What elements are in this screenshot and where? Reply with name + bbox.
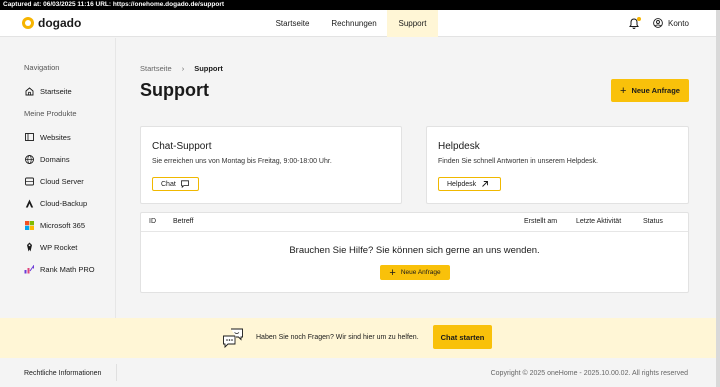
helpdesk-card-title: Helpdesk bbox=[438, 141, 480, 152]
chat-bubble-icon bbox=[180, 180, 189, 188]
helpdesk-card-text: Finden Sie schnell Antworten in unserem … bbox=[438, 158, 598, 165]
column-header-id[interactable]: ID bbox=[149, 218, 156, 225]
chat-button[interactable]: Chat bbox=[152, 177, 199, 191]
tab-startseite[interactable]: Startseite bbox=[265, 10, 320, 37]
tab-rechnungen[interactable]: Rechnungen bbox=[325, 10, 383, 37]
chat-button-label: Chat bbox=[161, 180, 176, 188]
browser-window-icon bbox=[24, 132, 34, 142]
sidebar-item-cloud-backup[interactable]: Cloud-Backup bbox=[24, 197, 87, 209]
sidebar-item-label: Microsoft 365 bbox=[40, 220, 86, 230]
sidebar-item-label: Websites bbox=[40, 132, 71, 142]
chat-bubbles-icon bbox=[223, 328, 243, 349]
account-label: Konto bbox=[668, 18, 689, 28]
new-request-label: Neue Anfrage bbox=[631, 86, 680, 95]
sidebar-item-label: Domains bbox=[40, 154, 70, 164]
helpdesk-button[interactable]: Helpdesk bbox=[438, 177, 501, 191]
sidebar-item-startseite[interactable]: Startseite bbox=[24, 85, 72, 97]
sidebar-item-label: Cloud-Backup bbox=[40, 198, 88, 208]
column-header-letzte-aktivitaet[interactable]: Letzte Aktivität bbox=[576, 218, 621, 225]
breadcrumb-separator: › bbox=[181, 64, 185, 73]
help-banner-text: Haben Sie noch Fragen? Wir sind hier um … bbox=[256, 334, 419, 341]
dogado-logo[interactable]: dogado bbox=[22, 16, 81, 30]
help-banner: Haben Sie noch Fragen? Wir sind hier um … bbox=[0, 318, 716, 358]
sidebar-heading-navigation: Navigation bbox=[24, 63, 60, 72]
capture-info-bar: Captured at: 06/03/2025 11:16 URL: https… bbox=[0, 0, 720, 10]
helpdesk-card: Helpdesk Finden Sie schnell Antworten in… bbox=[426, 126, 689, 204]
plus-icon: + bbox=[620, 84, 627, 97]
brand-name: dogado bbox=[38, 16, 82, 30]
empty-state-new-request-button[interactable]: + Neue Anfrage bbox=[380, 265, 450, 280]
breadcrumb-current: Support bbox=[194, 64, 223, 73]
chat-card-text: Sie erreichen uns von Montag bis Freitag… bbox=[152, 158, 332, 165]
globe-icon bbox=[24, 154, 34, 164]
chat-support-card: Chat-Support Sie erreichen uns von Monta… bbox=[140, 126, 402, 204]
legal-info-link[interactable]: Rechtliche Informationen bbox=[24, 370, 101, 377]
chat-start-label: Chat starten bbox=[440, 332, 485, 342]
breadcrumb-home-link[interactable]: Startseite bbox=[140, 64, 172, 73]
notification-dot bbox=[637, 17, 641, 21]
empty-state-new-request-label: Neue Anfrage bbox=[400, 269, 441, 276]
column-header-betreff[interactable]: Betreff bbox=[173, 218, 194, 225]
column-header-status[interactable]: Status bbox=[643, 218, 663, 225]
sidebar-item-label: Cloud Server bbox=[40, 176, 84, 186]
footer-divider bbox=[116, 364, 117, 381]
dogado-logo-mark-icon bbox=[22, 17, 34, 29]
user-circle-icon bbox=[653, 18, 663, 28]
rocket-icon bbox=[24, 242, 34, 252]
bell-icon[interactable] bbox=[629, 17, 641, 29]
sidebar-item-rank-math[interactable]: Rank Math PRO bbox=[24, 263, 95, 275]
sidebar-item-cloud-server[interactable]: Cloud Server bbox=[24, 175, 84, 187]
home-icon bbox=[24, 86, 34, 96]
sidebar-item-domains[interactable]: Domains bbox=[24, 153, 70, 165]
new-request-button[interactable]: + Neue Anfrage bbox=[611, 79, 689, 102]
table-header: ID Betreff Erstellt am Letzte Aktivität … bbox=[141, 213, 688, 232]
breadcrumb: Startseite › Support bbox=[140, 64, 223, 73]
chat-card-title: Chat-Support bbox=[152, 141, 212, 152]
sidebar-item-label: Startseite bbox=[40, 86, 72, 96]
microsoft-logo-icon bbox=[24, 220, 34, 230]
top-navigation: dogado Startseite Rechnungen Support Kon… bbox=[0, 10, 716, 37]
sidebar-item-label: WP Rocket bbox=[40, 242, 78, 252]
sidebar-item-wp-rocket[interactable]: WP Rocket bbox=[24, 241, 77, 253]
page-title: Support bbox=[140, 80, 209, 100]
tab-support[interactable]: Support bbox=[387, 10, 438, 37]
sidebar-heading-products: Meine Produkte bbox=[24, 109, 77, 118]
footer: Rechtliche Informationen Copyright © 202… bbox=[0, 358, 716, 387]
server-icon bbox=[24, 176, 34, 186]
tickets-table: ID Betreff Erstellt am Letzte Aktivität … bbox=[140, 212, 689, 293]
backup-a-icon bbox=[24, 198, 34, 208]
plus-icon: + bbox=[389, 266, 396, 279]
sidebar-item-label: Rank Math PRO bbox=[40, 264, 95, 274]
copyright-text: Copyright © 2025 oneHome - 2025.10.00.02… bbox=[490, 370, 688, 377]
empty-state-message: Brauchen Sie Hilfe? Sie können sich gern… bbox=[289, 245, 540, 256]
sidebar-item-websites[interactable]: Websites bbox=[24, 131, 71, 143]
chat-start-button[interactable]: Chat starten bbox=[433, 325, 492, 349]
account-menu[interactable]: Konto bbox=[653, 18, 689, 28]
helpdesk-button-label: Helpdesk bbox=[447, 180, 477, 188]
sidebar-item-microsoft-365[interactable]: Microsoft 365 bbox=[24, 219, 85, 231]
page-scrollbar[interactable] bbox=[716, 10, 720, 387]
external-arrow-icon bbox=[482, 181, 489, 187]
sidebar: Navigation Startseite Meine Produkte Web… bbox=[0, 38, 116, 358]
rank-math-icon bbox=[24, 264, 34, 274]
column-header-erstellt[interactable]: Erstellt am bbox=[524, 218, 557, 225]
